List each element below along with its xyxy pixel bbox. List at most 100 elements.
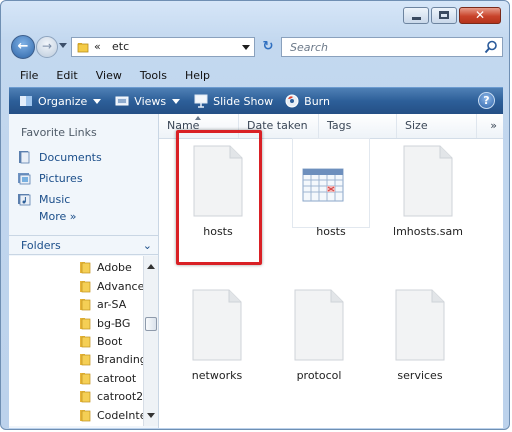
back-button[interactable]: ← <box>11 35 35 59</box>
burn-label: Burn <box>304 94 330 108</box>
breadcrumb-overflow[interactable]: « <box>94 40 101 53</box>
file-name: lmhosts.sam <box>393 225 463 238</box>
folder-icon <box>77 43 89 53</box>
tree-item-codeinte[interactable]: CodeInte <box>79 406 143 424</box>
file-item-services[interactable]: services <box>372 289 468 389</box>
pictures-icon <box>18 173 31 185</box>
address-bar[interactable]: « etc <box>71 37 255 57</box>
music-icon <box>18 194 31 206</box>
menu-file[interactable]: File <box>17 67 45 85</box>
search-input[interactable]: Search <box>281 37 503 57</box>
tree-item-catroot[interactable]: catroot <box>79 369 136 387</box>
folder-icon <box>80 335 91 347</box>
tree-item-branding[interactable]: Branding <box>79 350 143 368</box>
file-item-protocol[interactable]: protocol <box>271 289 367 389</box>
favorite-music-label: Music <box>39 192 71 206</box>
file-name: services <box>397 369 443 382</box>
menu-bar: File Edit View Tools Help <box>9 67 501 85</box>
more-columns-icon[interactable]: » <box>490 114 497 138</box>
file-name: hosts <box>316 225 346 238</box>
file-name: protocol <box>296 369 342 382</box>
tree-item-advance[interactable]: Advance <box>79 277 143 295</box>
folder-tree-scrollbar[interactable] <box>143 256 158 426</box>
maximize-icon <box>439 11 449 19</box>
scroll-down-icon[interactable] <box>147 413 155 418</box>
folders-label: Folders <box>21 239 61 252</box>
menu-tools[interactable]: Tools <box>137 67 174 85</box>
folders-header[interactable]: Folders ⌄ <box>9 235 158 255</box>
tree-item-label: Boot <box>97 334 123 348</box>
organize-dropdown-icon <box>93 98 102 104</box>
forward-arrow-icon: → <box>41 39 53 53</box>
tree-item-boot[interactable]: Boot <box>79 332 122 350</box>
organize-label: Organize <box>38 94 88 108</box>
menu-edit[interactable]: Edit <box>53 67 84 85</box>
help-icon: ? <box>483 94 490 107</box>
navigation-pane: Favorite Links Documents Pictures Music … <box>9 114 159 428</box>
blank-document-icon <box>294 289 344 361</box>
refresh-button[interactable]: ↻ <box>258 38 278 56</box>
views-icon <box>115 96 129 106</box>
address-dropdown-icon[interactable] <box>242 45 250 50</box>
forward-button[interactable]: → <box>36 36 58 58</box>
address-row: ← → « etc ↻ Search <box>9 33 503 61</box>
blank-document-icon <box>395 289 445 361</box>
column-size[interactable]: Size <box>397 114 477 138</box>
burn-button[interactable]: Burn <box>285 94 330 108</box>
tree-item-label: Advance <box>97 279 143 293</box>
highlight-annotation-box <box>176 130 262 265</box>
favorite-pictures[interactable]: Pictures <box>17 169 83 187</box>
file-item-lmhosts-sam[interactable]: lmhosts.sam <box>380 145 476 245</box>
blank-document-icon <box>192 289 242 361</box>
blank-document-icon <box>403 145 453 217</box>
views-label: Views <box>134 94 167 108</box>
file-item-hosts-2[interactable]: hosts <box>283 145 379 245</box>
folder-icon <box>80 280 91 292</box>
tree-item-bg-bg[interactable]: bg-BG <box>79 314 130 332</box>
help-button[interactable]: ? <box>478 92 495 109</box>
tree-item-ar-sa[interactable]: ar-SA <box>79 295 126 313</box>
recent-pages-dropdown[interactable] <box>59 43 67 48</box>
chevron-down-icon[interactable]: ⌄ <box>143 239 152 252</box>
tree-item-label: bg-BG <box>97 316 131 330</box>
folder-icon <box>80 409 91 421</box>
organize-icon <box>20 96 32 106</box>
views-button[interactable]: Views <box>115 94 181 108</box>
folder-icon <box>80 353 91 365</box>
more-chevron-icon: » <box>69 210 77 223</box>
more-label: More <box>39 210 67 223</box>
breadcrumb-etc[interactable]: etc <box>112 40 129 53</box>
folder-tree: Adobe Advance ar-SA bg-BG Boot Branding … <box>9 256 143 426</box>
menu-view[interactable]: View <box>93 67 129 85</box>
close-icon: ✕ <box>474 8 486 22</box>
favorite-music[interactable]: Music <box>17 190 70 208</box>
favorite-documents[interactable]: Documents <box>17 148 102 166</box>
search-placeholder: Search <box>290 41 329 54</box>
maximize-button[interactable] <box>431 7 457 24</box>
views-dropdown-icon <box>172 98 181 104</box>
menu-help[interactable]: Help <box>182 67 217 85</box>
scroll-up-icon[interactable] <box>147 264 155 269</box>
file-item-networks[interactable]: networks <box>169 289 265 389</box>
calendar-document-icon <box>302 168 344 202</box>
column-tags[interactable]: Tags <box>319 114 397 138</box>
tree-item-label: catroot <box>97 371 137 385</box>
slideshow-button[interactable]: Slide Show <box>194 94 273 108</box>
refresh-icon: ↻ <box>262 39 274 54</box>
scroll-thumb[interactable] <box>145 317 157 331</box>
folder-icon <box>80 261 91 273</box>
folder-icon <box>80 372 91 384</box>
favorite-links-title: Favorite Links <box>21 126 97 139</box>
close-button[interactable]: ✕ <box>459 7 501 24</box>
tree-item-label: Branding <box>97 352 143 366</box>
search-icon[interactable] <box>484 40 498 54</box>
tree-item-adobe[interactable]: Adobe <box>79 258 132 276</box>
tree-item-label: catroot2 <box>97 389 143 403</box>
tree-item-catroot2[interactable]: catroot2 <box>79 387 143 405</box>
minimize-button[interactable] <box>403 7 429 24</box>
folder-icon <box>80 317 91 329</box>
tree-item-label: Adobe <box>97 260 132 274</box>
organize-button[interactable]: Organize <box>19 94 102 108</box>
more-favorites-link[interactable]: More » <box>39 210 77 223</box>
slideshow-label: Slide Show <box>213 94 274 108</box>
